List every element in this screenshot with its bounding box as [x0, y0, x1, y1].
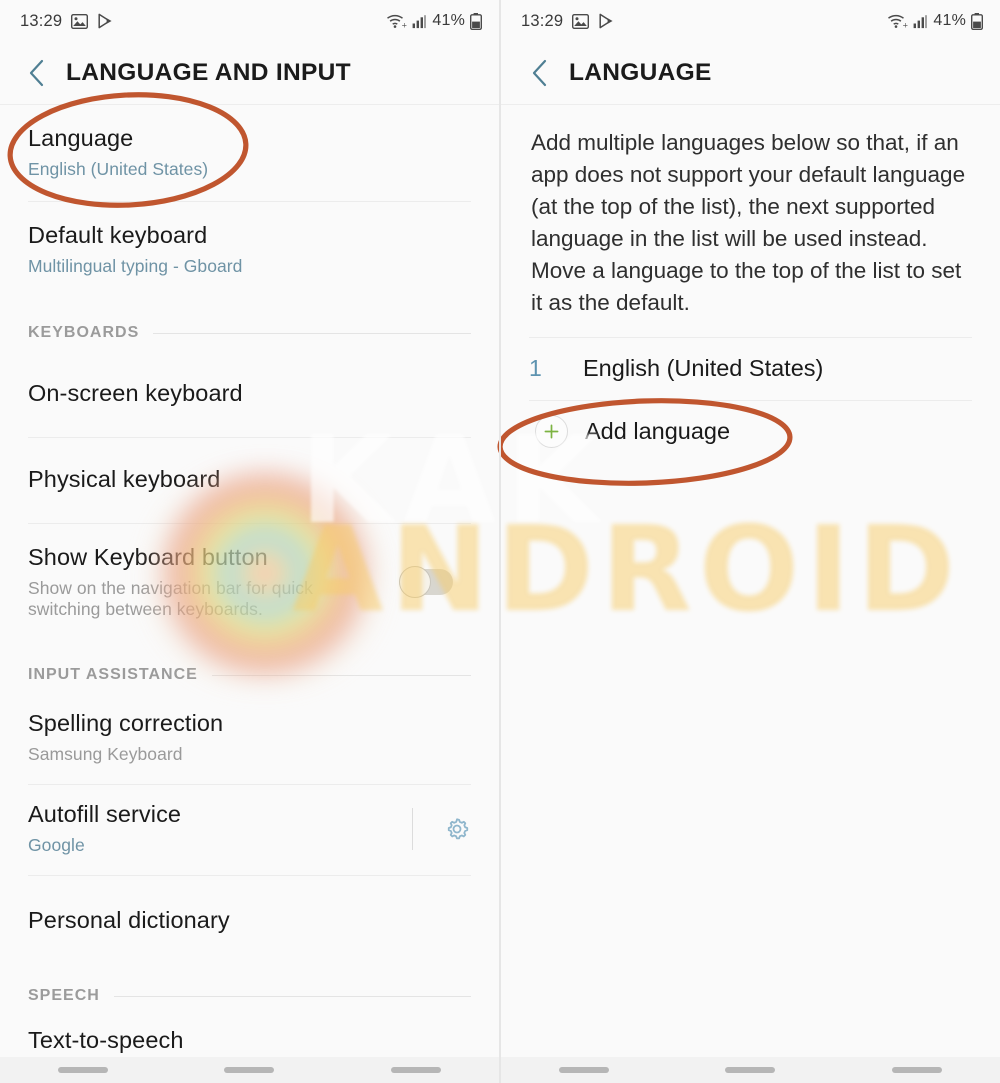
home-pill[interactable]	[725, 1067, 776, 1073]
list-item-text-to-speech[interactable]: Text-to-speech	[0, 1011, 499, 1061]
dual-screenshot-container: 13:29 + 41% LANGUAGE AND INPUT Language …	[0, 0, 1000, 1083]
toggle-knob	[399, 566, 431, 598]
list-item-show-keyboard-button[interactable]: Show Keyboard button Show on the navigat…	[0, 524, 499, 640]
list-item-title: Spelling correction	[28, 710, 224, 737]
battery-icon	[469, 12, 483, 30]
play-store-icon	[598, 13, 614, 29]
list-item-subtitle: English (United States)	[28, 159, 209, 180]
battery-icon	[970, 12, 984, 30]
list-item-title: Autofill service	[28, 801, 182, 828]
list-item-title: On-screen keyboard	[28, 380, 243, 407]
recents-pill[interactable]	[559, 1067, 610, 1073]
section-header-rule	[153, 332, 471, 334]
section-header-label: SPEECH	[28, 987, 100, 1004]
section-header-keyboards: KEYBOARDS	[0, 298, 499, 352]
wifi-icon: +	[887, 13, 909, 29]
list-item-title: Physical keyboard	[28, 466, 221, 493]
status-bar-left-group: 13:29	[20, 12, 113, 31]
list-item-spelling-correction[interactable]: Spelling correction Samsung Keyboard	[0, 694, 499, 784]
vertical-divider	[412, 808, 413, 850]
section-header-label: KEYBOARDS	[28, 324, 140, 341]
list-item-subtitle: Multilingual typing - Gboard	[28, 256, 243, 277]
home-pill[interactable]	[224, 1067, 275, 1073]
app-bar-right: LANGUAGE	[501, 42, 1000, 104]
gear-icon[interactable]	[443, 815, 471, 843]
autofill-settings-button[interactable]	[392, 808, 471, 850]
list-item-subtitle: Samsung Keyboard	[28, 744, 183, 765]
image-icon	[572, 13, 590, 29]
play-store-icon	[97, 13, 113, 29]
page-title: LANGUAGE	[569, 59, 712, 86]
list-item-title: Text-to-speech	[28, 1027, 184, 1054]
right-phone-screen: 13:29 + 41% LANGUAGE Add multiple langua…	[501, 0, 1000, 1083]
list-item-subtitle: Show on the navigation bar for quick swi…	[28, 577, 313, 619]
battery-percent-label: 41%	[933, 12, 966, 29]
svg-text:+: +	[402, 21, 408, 29]
back-pill[interactable]	[891, 1067, 942, 1073]
status-bar-right-group: + 41%	[887, 12, 984, 30]
language-label: English (United States)	[583, 355, 824, 382]
section-header-rule	[211, 674, 471, 676]
signal-icon	[412, 14, 427, 29]
battery-percent-label: 41%	[432, 12, 465, 29]
panel-gap-divider	[499, 0, 501, 1083]
list-item-personal-dictionary[interactable]: Personal dictionary	[0, 876, 499, 967]
list-item-title: Personal dictionary	[28, 907, 230, 934]
wifi-icon: +	[386, 13, 408, 29]
language-index: 1	[529, 355, 542, 382]
status-bar-clock: 13:29	[20, 11, 63, 30]
section-header-rule	[113, 995, 471, 997]
app-bar-left: LANGUAGE AND INPUT	[0, 42, 499, 104]
list-item-physical-keyboard[interactable]: Physical keyboard	[0, 438, 499, 523]
status-bar-right-group: + 41%	[386, 12, 483, 30]
list-item-autofill-service[interactable]: Autofill service Google	[0, 785, 499, 875]
section-header-speech: SPEECH	[0, 967, 499, 1011]
list-item-language[interactable]: Language English (United States)	[0, 105, 499, 201]
status-bar-left-group: 13:29	[521, 12, 614, 31]
add-language-button[interactable]: Add language	[501, 401, 1000, 463]
navigation-bar-left	[0, 1057, 499, 1083]
svg-text:+: +	[903, 21, 909, 29]
list-item-title: Default keyboard	[28, 222, 208, 249]
add-language-label: Add language	[585, 418, 731, 445]
language-description-text: Add multiple languages below so that, if…	[531, 130, 966, 315]
plus-circle-icon	[535, 415, 568, 449]
left-phone-screen: 13:29 + 41% LANGUAGE AND INPUT Language …	[0, 0, 499, 1083]
list-item-default-keyboard[interactable]: Default keyboard Multilingual typing - G…	[0, 202, 499, 298]
navigation-bar-right	[501, 1057, 1000, 1083]
image-icon	[71, 13, 89, 29]
list-item-title: Show Keyboard button	[28, 543, 268, 570]
back-pill[interactable]	[390, 1067, 441, 1073]
signal-icon	[913, 14, 928, 29]
back-chevron-icon[interactable]	[20, 56, 54, 90]
status-bar-right: 13:29 + 41%	[501, 0, 1000, 42]
status-bar-left: 13:29 + 41%	[0, 0, 499, 42]
section-header-label: INPUT ASSISTANCE	[28, 666, 198, 683]
list-item-on-screen-keyboard[interactable]: On-screen keyboard	[0, 352, 499, 437]
show-keyboard-button-toggle[interactable]	[399, 566, 453, 598]
back-chevron-icon[interactable]	[523, 56, 557, 90]
list-item-language-english[interactable]: 1 English (United States)	[501, 338, 1000, 400]
list-item-subtitle: Google	[28, 835, 85, 856]
settings-list-left: Language English (United States) Default…	[0, 105, 499, 1061]
list-item-title: Language	[28, 125, 134, 152]
page-title: LANGUAGE AND INPUT	[66, 59, 351, 86]
recents-pill[interactable]	[58, 1067, 109, 1073]
status-bar-clock: 13:29	[521, 11, 564, 30]
section-header-input-assistance: INPUT ASSISTANCE	[0, 640, 499, 694]
